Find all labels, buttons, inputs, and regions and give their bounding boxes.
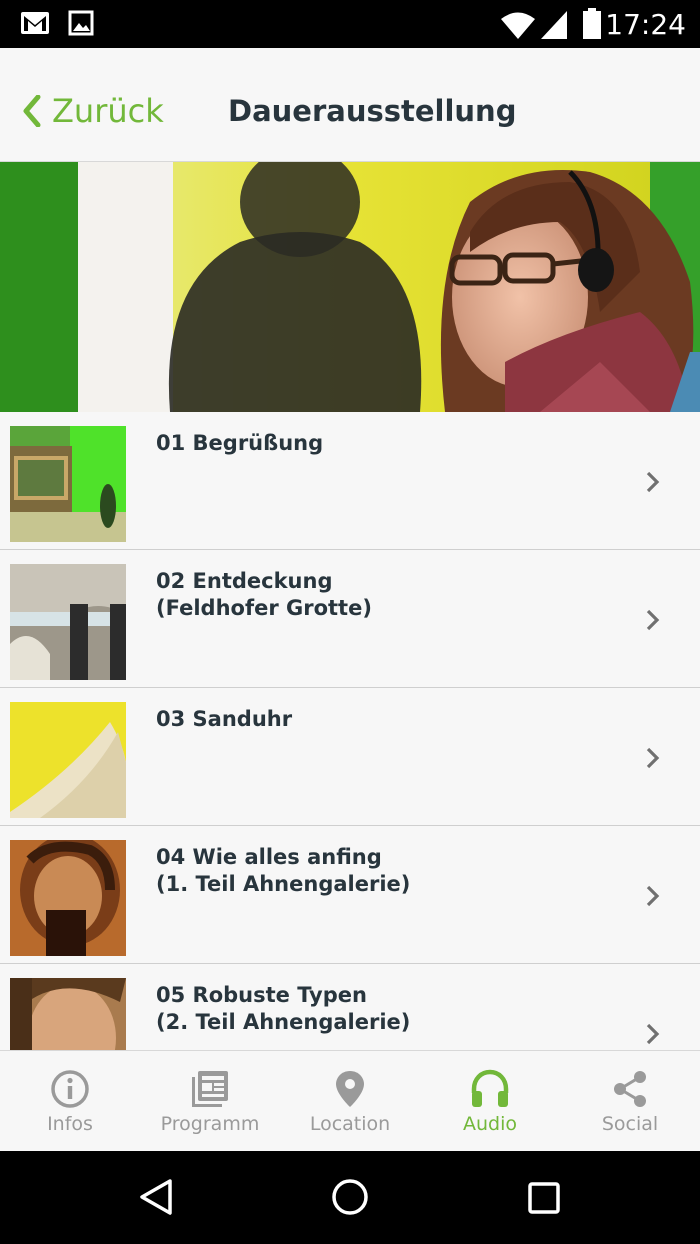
chevron-right-icon — [646, 885, 660, 907]
list-item[interactable]: 01 Begrüßung — [0, 412, 700, 550]
battery-icon — [583, 8, 601, 39]
list-item[interactable]: 03 Sanduhr — [0, 688, 700, 826]
location-pin-icon — [336, 1071, 364, 1107]
visitor-with-headphones-photo — [0, 162, 700, 412]
list-item[interactable]: 05 Robuste Typen (2. Teil Ahnengalerie) — [0, 964, 700, 1050]
status-time: 17:24 — [605, 8, 686, 41]
bottom-navigation: Infos Programm Location Audio Social — [0, 1050, 700, 1151]
nav-label: Infos — [47, 1113, 93, 1135]
news-icon — [192, 1071, 228, 1107]
track-title: 01 Begrüßung — [156, 431, 324, 455]
page-title: Dauerausstellung — [228, 94, 517, 128]
headphones-icon — [471, 1069, 509, 1107]
track-thumbnail — [10, 978, 126, 1050]
system-navigation-bar — [0, 1151, 700, 1244]
image-icon — [68, 10, 94, 36]
track-thumbnail — [10, 426, 126, 542]
track-thumbnail — [10, 840, 126, 956]
gmail-icon — [21, 12, 49, 34]
chevron-left-icon — [23, 95, 41, 127]
track-title: 02 Entdeckung (Feldhofer Grotte) — [156, 569, 372, 620]
status-bar: 17:24 — [0, 0, 700, 48]
nav-label: Programm — [160, 1113, 260, 1135]
track-thumbnail — [10, 564, 126, 680]
chevron-right-icon — [646, 471, 660, 493]
nav-label: Location — [309, 1113, 391, 1135]
info-icon — [51, 1070, 89, 1108]
hero-image — [0, 162, 700, 412]
nav-item-location[interactable]: Location — [280, 1051, 420, 1151]
list-item[interactable]: 04 Wie alles anfing (1. Teil Ahnengaleri… — [0, 826, 700, 964]
chevron-right-icon — [646, 609, 660, 631]
recents-square-icon[interactable] — [527, 1181, 561, 1215]
signal-icon — [541, 11, 567, 39]
audio-track-list: 01 Begrüßung 02 Entdeckung (Feldhofer Gr… — [0, 412, 700, 1050]
share-icon — [614, 1071, 646, 1107]
track-title: 04 Wie alles anfing (1. Teil Ahnengaleri… — [156, 845, 411, 896]
nav-item-infos[interactable]: Infos — [0, 1051, 140, 1151]
track-thumbnail — [10, 702, 126, 818]
nav-item-audio[interactable]: Audio — [420, 1051, 560, 1151]
track-title: 05 Robuste Typen (2. Teil Ahnengalerie) — [156, 983, 411, 1034]
list-item[interactable]: 02 Entdeckung (Feldhofer Grotte) — [0, 550, 700, 688]
app-header: Zurück Dauerausstellung — [0, 48, 700, 162]
wifi-icon — [501, 12, 535, 39]
nav-item-programm[interactable]: Programm — [140, 1051, 280, 1151]
chevron-right-icon — [646, 747, 660, 769]
nav-label: Social — [601, 1113, 659, 1135]
back-triangle-icon[interactable] — [138, 1178, 174, 1216]
track-title: 03 Sanduhr — [156, 707, 293, 731]
back-button[interactable]: Zurück — [22, 92, 164, 130]
chevron-right-icon — [646, 1023, 660, 1045]
nav-label: Audio — [462, 1113, 517, 1135]
nav-item-social[interactable]: Social — [560, 1051, 700, 1151]
back-label: Zurück — [52, 92, 164, 130]
home-circle-icon[interactable] — [331, 1178, 369, 1216]
